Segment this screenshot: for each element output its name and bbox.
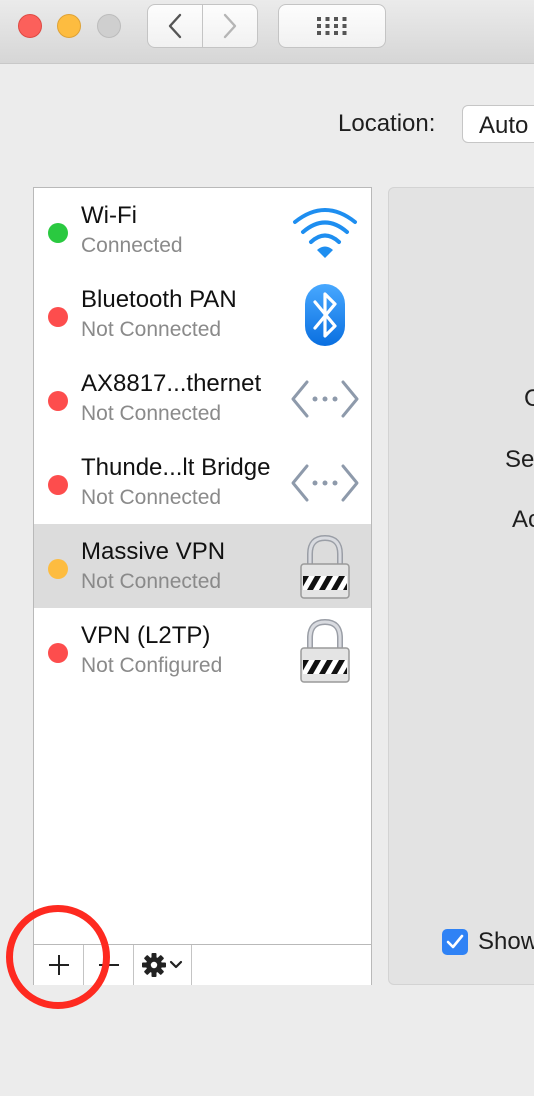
status-dot [48, 475, 68, 495]
service-name: Thunde...lt Bridge [81, 454, 271, 481]
service-row-bluetooth-pan[interactable]: Bluetooth PAN Not Connected [34, 272, 371, 356]
service-name: AX8817...thernet [81, 370, 262, 397]
detail-label-config: C [524, 385, 534, 412]
location-label: Location: [338, 110, 436, 137]
status-dot [48, 307, 68, 327]
vpn-lock-icon [300, 618, 350, 683]
service-status: Not Configured [81, 654, 223, 677]
ethernet-icon [291, 380, 359, 418]
show-vpn-status-checkbox[interactable] [442, 929, 468, 955]
service-name: Bluetooth PAN [81, 286, 237, 313]
back-button[interactable] [147, 4, 203, 48]
service-row-massive-vpn[interactable]: Massive VPN Not Connected [34, 524, 371, 608]
bluetooth-icon [305, 284, 345, 346]
service-status: Not Connected [81, 402, 222, 425]
service-row-ax88179-ethernet[interactable]: AX8817...thernet Not Connected [34, 356, 371, 440]
service-detail-pane [388, 187, 534, 985]
zoom-window-button[interactable] [97, 14, 121, 38]
action-menu-button[interactable] [134, 945, 192, 985]
service-status: Not Connected [81, 570, 222, 593]
chevron-left-icon [168, 13, 182, 39]
annotation-circle [6, 905, 110, 1009]
show-vpn-status-label: Show [478, 928, 534, 955]
vpn-lock-icon [300, 534, 350, 599]
show-all-button[interactable] [278, 4, 386, 48]
service-row-wifi[interactable]: Wi-Fi Connected [34, 188, 371, 272]
service-status: Connected [81, 234, 183, 257]
close-window-button[interactable] [18, 14, 42, 38]
service-name: VPN (L2TP) [81, 622, 211, 649]
service-name: Wi-Fi [81, 202, 137, 229]
forward-button[interactable] [203, 4, 258, 48]
service-row-vpn-l2tp[interactable]: VPN (L2TP) Not Configured [34, 608, 371, 692]
minimize-window-button[interactable] [57, 14, 81, 38]
service-status: Not Connected [81, 486, 222, 509]
service-name: Massive VPN [81, 538, 226, 565]
window-titlebar [0, 0, 534, 64]
status-dot [48, 391, 68, 411]
service-status: Not Connected [81, 318, 222, 341]
network-service-list: Wi-Fi Connected Bluetooth PAN Not Connec… [33, 187, 372, 985]
detail-label-server: Se [505, 446, 534, 473]
location-popup[interactable]: Auto [462, 105, 534, 143]
chevron-right-icon [223, 13, 237, 39]
gear-icon [141, 953, 182, 977]
grid-icon [317, 17, 347, 35]
checkmark-icon [446, 934, 464, 949]
status-dot [48, 223, 68, 243]
wifi-icon [293, 208, 357, 258]
status-dot [48, 559, 68, 579]
service-row-thunderbolt-bridge[interactable]: Thunde...lt Bridge Not Connected [34, 440, 371, 524]
detail-label-account: Ac [512, 506, 534, 533]
status-dot [48, 643, 68, 663]
ethernet-icon [291, 464, 359, 502]
